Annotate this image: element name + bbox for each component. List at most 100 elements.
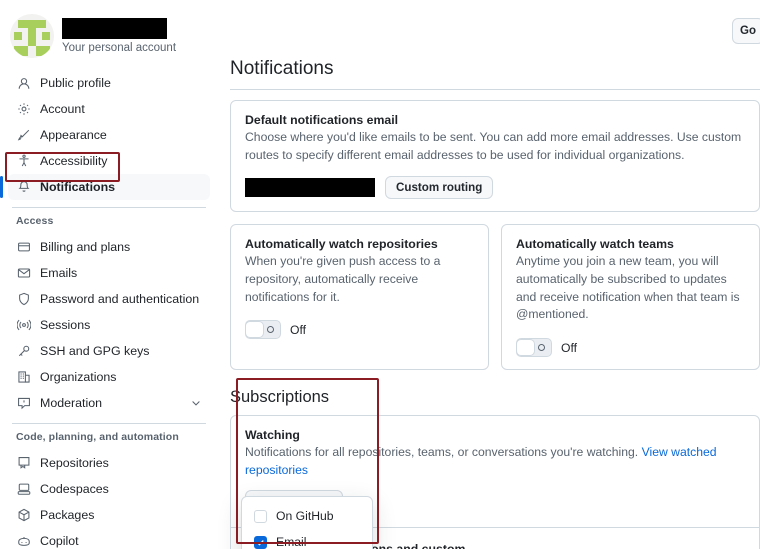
watch-teams-toggle[interactable] <box>516 338 552 358</box>
credit-card-icon <box>16 240 31 255</box>
card-title: Default notifications email <box>245 113 399 127</box>
key-icon <box>16 344 31 359</box>
sidebar-item-label: SSH and GPG keys <box>40 344 150 358</box>
sidebar-item-notifications[interactable]: Notifications <box>0 174 210 200</box>
email-row: Custom routing <box>245 176 745 200</box>
sidebar-item-account[interactable]: Account <box>8 96 210 122</box>
shield-icon <box>16 292 31 307</box>
watch-repositories-toggle[interactable] <box>245 320 281 340</box>
top-right-partial-button[interactable]: Go <box>732 18 760 44</box>
sidebar-item-label: Copilot <box>40 534 79 548</box>
checkbox-on-github[interactable] <box>254 509 267 523</box>
automatically-watch-repositories-card: Automatically watch repositories When yo… <box>230 224 489 371</box>
bell-icon <box>16 180 31 195</box>
sidebar-divider-1 <box>12 207 206 208</box>
sidebar-item-sessions[interactable]: Sessions <box>8 312 210 338</box>
settings-page: Your personal account Public profile Acc… <box>0 0 760 549</box>
report-icon <box>16 396 31 411</box>
watching-title: Watching <box>245 428 300 443</box>
sidebar-item-public-profile[interactable]: Public profile <box>8 70 210 96</box>
sidebar-item-copilot[interactable]: Copilot <box>8 528 210 549</box>
watching-notify-dropdown: On GitHub Email Cancel Save <box>241 496 373 549</box>
sidebar-item-label: Appearance <box>40 128 107 142</box>
gear-icon <box>16 102 31 117</box>
card-title: Automatically watch repositories <box>245 237 438 252</box>
sidebar-item-repositories[interactable]: Repositories <box>8 450 210 476</box>
sidebar-item-accessibility[interactable]: Accessibility <box>8 148 210 174</box>
sidebar-group-title-code: Code, planning, and automation <box>16 431 179 443</box>
sidebar-group-title-access: Access <box>16 215 54 227</box>
package-icon <box>16 508 31 523</box>
avatar[interactable] <box>10 14 54 58</box>
watch-cards-row: Automatically watch repositories When yo… <box>230 224 760 371</box>
person-icon <box>16 76 31 91</box>
card-description: Anytime you join a new team, you will au… <box>516 254 740 322</box>
automatically-watch-teams-card: Automatically watch teams Anytime you jo… <box>501 224 760 371</box>
sidebar-item-label: Repositories <box>40 456 109 470</box>
toggle-knob <box>516 339 535 357</box>
sidebar-item-organizations[interactable]: Organizations <box>8 364 210 390</box>
sidebar-item-label: Billing and plans <box>40 240 131 254</box>
toggle-state-label: Off <box>561 340 578 355</box>
dropdown-option-label: Email <box>276 535 307 549</box>
sidebar-item-label: Password and authentication <box>40 292 200 306</box>
top-bar: Go <box>230 0 760 58</box>
sidebar-item-codespaces[interactable]: Codespaces <box>8 476 210 502</box>
chevron-down-icon[interactable] <box>190 397 202 409</box>
sidebar-item-label: Public profile <box>40 76 111 90</box>
subscriptions-card: Watching Notifications for all repositor… <box>230 415 760 549</box>
dropdown-option-email[interactable]: Email <box>242 529 372 549</box>
sidebar-nav-code: Repositories Codespaces Packages Copilot… <box>0 448 218 549</box>
sidebar-item-label: Account <box>40 102 85 116</box>
sidebar-item-billing-and-plans[interactable]: Billing and plans <box>8 234 210 260</box>
sidebar-item-label: Notifications <box>40 180 116 194</box>
watching-description: Notifications for all repositories, team… <box>245 445 639 460</box>
card-description: Choose where you'd like emails to be sen… <box>245 130 742 162</box>
broadcast-icon <box>16 318 31 333</box>
toggle-state-label: Off <box>290 322 307 337</box>
repo-icon <box>16 456 31 471</box>
organization-icon <box>16 370 31 385</box>
main-content: Go Notifications Default notifications e… <box>218 0 760 549</box>
settings-sidebar: Your personal account Public profile Acc… <box>0 0 218 549</box>
sidebar-item-appearance[interactable]: Appearance <box>8 122 210 148</box>
card-description: When you're given push access to a repos… <box>245 254 441 304</box>
sidebar-nav-primary: Public profile Account Appearance Access… <box>0 68 218 200</box>
sidebar-item-label: Packages <box>40 508 95 522</box>
accessibility-icon <box>16 154 31 169</box>
sidebar-item-label: Organizations <box>40 370 117 384</box>
sidebar-item-label: Sessions <box>40 318 91 332</box>
sidebar-divider-2 <box>12 423 206 424</box>
checkbox-email[interactable] <box>254 535 267 549</box>
subscriptions-title: Subscriptions <box>230 388 330 407</box>
sidebar-item-packages[interactable]: Packages <box>8 502 210 528</box>
sidebar-item-password-and-authentication[interactable]: Password and authentication <box>8 286 210 312</box>
circle-slash-icon <box>267 326 274 334</box>
dropdown-option-on-github[interactable]: On GitHub <box>242 503 372 529</box>
username-redacted <box>62 18 167 39</box>
sidebar-nav-access: Billing and plans Emails Password and au… <box>0 232 218 416</box>
account-header[interactable]: Your personal account <box>0 10 218 68</box>
circle-slash-icon <box>538 344 545 352</box>
sidebar-item-ssh-and-gpg-keys[interactable]: SSH and GPG keys <box>8 338 210 364</box>
copilot-icon <box>16 534 31 549</box>
card-title: Automatically watch teams <box>516 237 674 252</box>
sidebar-item-label: Emails <box>40 266 78 280</box>
sidebar-item-emails[interactable]: Emails <box>8 260 210 286</box>
dropdown-option-label: On GitHub <box>276 509 334 524</box>
sidebar-item-moderation[interactable]: Moderation <box>8 390 210 416</box>
sidebar-item-label: Accessibility <box>40 154 108 168</box>
watching-description-row: Notifications for all repositories, team… <box>245 444 745 479</box>
sidebar-item-label: Codespaces <box>40 482 109 496</box>
page-title: Notifications <box>230 58 760 90</box>
account-subtitle: Your personal account <box>62 42 177 54</box>
custom-routing-button[interactable]: Custom routing <box>385 176 494 200</box>
default-email-redacted[interactable] <box>245 178 375 198</box>
codespaces-icon <box>16 482 31 497</box>
toggle-row: Off <box>245 320 474 340</box>
default-notifications-email-card: Default notifications email Choose where… <box>230 100 760 213</box>
paintbrush-icon <box>16 128 31 143</box>
toggle-knob <box>245 321 264 339</box>
toggle-row: Off <box>516 338 745 358</box>
sidebar-item-label: Moderation <box>40 396 102 410</box>
